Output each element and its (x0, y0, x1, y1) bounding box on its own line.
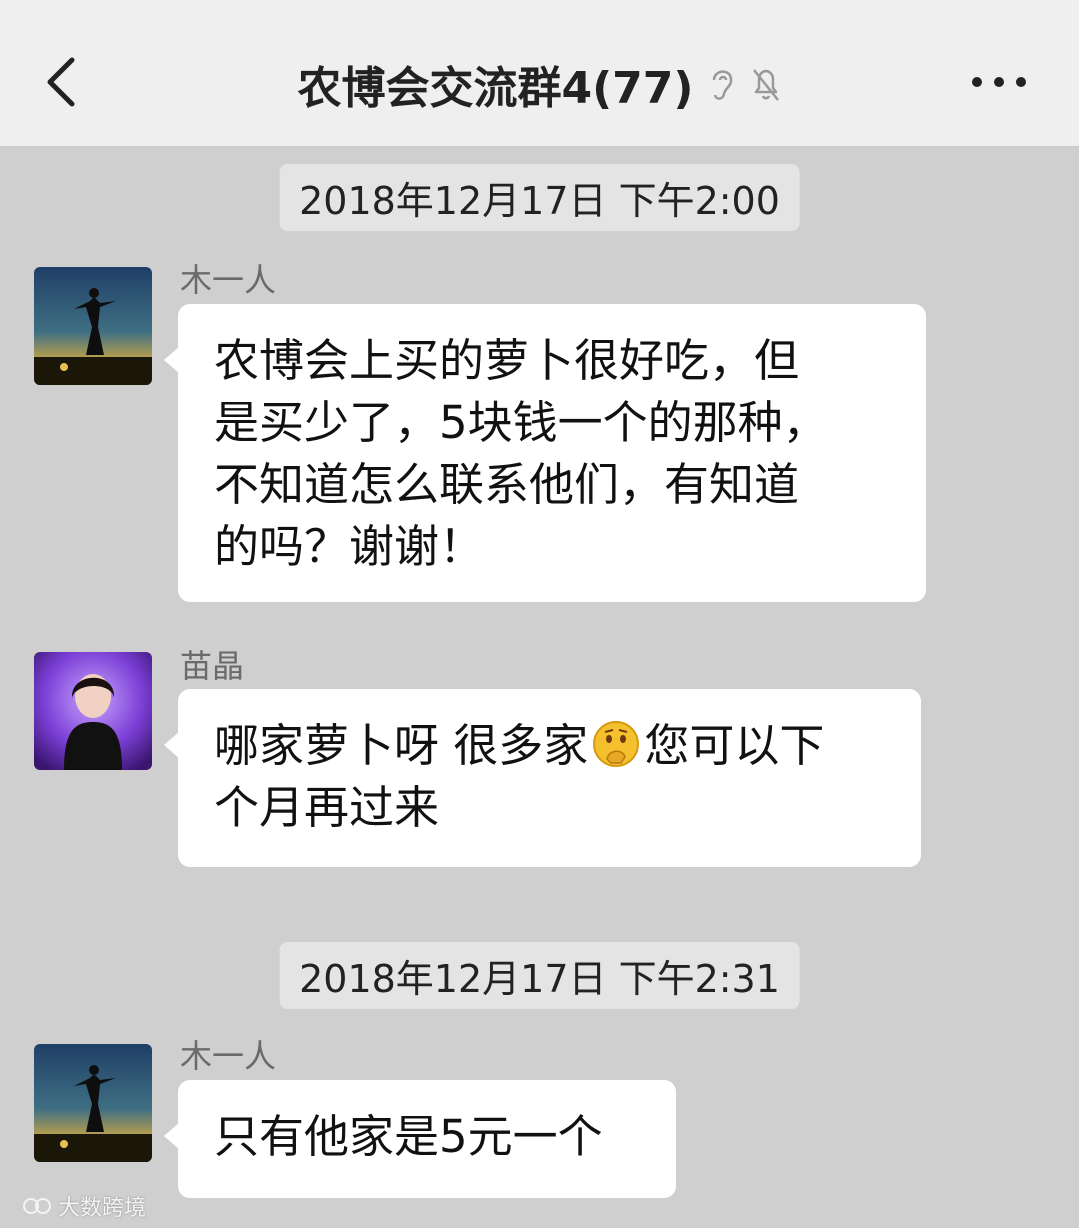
chat-area[interactable]: 2018年12月17日 下午2:00 木一人 农博会上买的萝卜很好吃，但 是买少… (0, 147, 1079, 1228)
ballet-dancer-sunset-avatar (34, 1044, 152, 1162)
sender-name: 木一人 (180, 261, 277, 299)
bell-muted-icon (752, 69, 779, 101)
message-line: 哪家萝卜呀 很多家 您可以下 (214, 715, 885, 777)
chat-header: 农博会交流群4(77) (0, 0, 1079, 147)
avatar[interactable] (34, 267, 152, 385)
chat-title: 农博会交流群4(77) (297, 63, 694, 114)
ballet-dancer-sunset-avatar (34, 267, 152, 385)
ear-icon (712, 70, 732, 100)
message-line: 是买少了，5块钱一个的那种， (214, 396, 828, 449)
timestamp: 2018年12月17日 下午2:31 (279, 942, 800, 1009)
message-line: 只有他家是5元一个 (214, 1110, 603, 1163)
avatar[interactable] (34, 1044, 152, 1162)
more-dots-icon[interactable] (969, 70, 1029, 94)
watermark: 大数跨境 (22, 1190, 146, 1222)
message-bubble[interactable]: 只有他家是5元一个 (164, 1080, 676, 1198)
message-bubble[interactable]: 农博会上买的萝卜很好吃，但 是买少了，5块钱一个的那种， 不知道怎么联系他们，有… (164, 304, 926, 602)
sender-name: 苗晶 (180, 647, 245, 685)
thinking-face-emoji (593, 721, 640, 767)
message-line: 农博会上买的萝卜很好吃，但 (214, 334, 800, 387)
message-bubble[interactable]: 哪家萝卜呀 很多家 您可以下 个月再过来 (164, 689, 921, 867)
watermark-text: 大数跨境 (58, 1196, 147, 1221)
message-line: 不知道怎么联系他们，有知道 (214, 458, 800, 511)
message-line: 的吗？谢谢！ (214, 520, 485, 573)
logo-icon (23, 1198, 51, 1214)
sender-name: 木一人 (180, 1037, 277, 1075)
avatar[interactable] (34, 652, 152, 770)
woman-purple-background-avatar (34, 652, 152, 770)
message-line: 个月再过来 (214, 781, 440, 834)
chat-title-area: 农博会交流群4(77) (0, 52, 1079, 116)
timestamp: 2018年12月17日 下午2:00 (279, 164, 800, 231)
message-text: 哪家萝卜呀 很多家 (214, 719, 589, 772)
message-text: 您可以下 (644, 719, 825, 772)
